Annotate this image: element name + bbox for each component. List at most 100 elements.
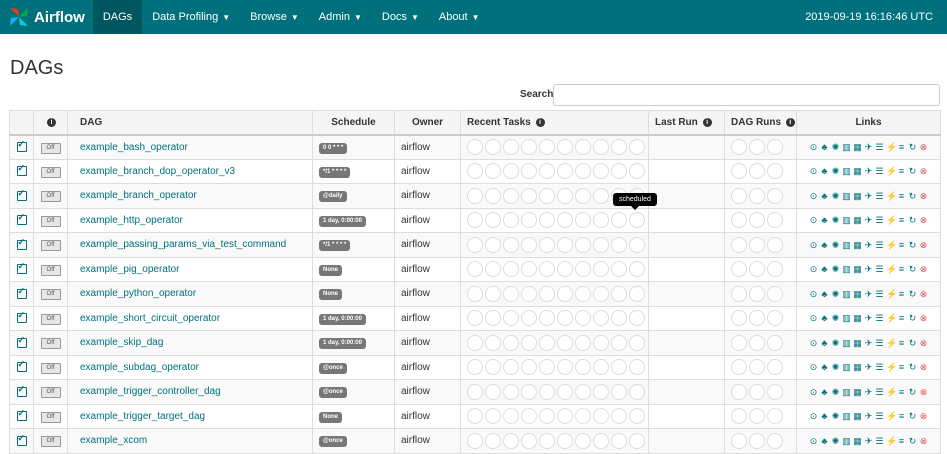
task-state-circle[interactable] bbox=[575, 408, 591, 425]
task-state-circle[interactable] bbox=[629, 359, 645, 376]
task-state-circle[interactable] bbox=[467, 383, 483, 400]
dag-run-state-circle[interactable] bbox=[731, 212, 747, 229]
graph-view-icon[interactable]: ✺ bbox=[831, 191, 840, 201]
task-state-circle[interactable] bbox=[575, 163, 591, 180]
tree-view-icon[interactable]: ♣ bbox=[820, 142, 829, 152]
header-schedule[interactable]: Schedule bbox=[312, 110, 395, 136]
tree-view-icon[interactable]: ♣ bbox=[820, 436, 829, 446]
landing-times-icon[interactable]: ✈ bbox=[864, 289, 873, 299]
edit-icon[interactable] bbox=[16, 335, 27, 348]
logs-icon[interactable]: ≡ bbox=[897, 191, 906, 201]
code-view-icon[interactable]: ⚡ bbox=[886, 166, 897, 176]
task-state-circle[interactable] bbox=[503, 432, 519, 449]
task-state-circle[interactable] bbox=[485, 163, 501, 180]
task-state-circle[interactable] bbox=[575, 432, 591, 449]
task-tries-icon[interactable]: ▦ bbox=[853, 240, 862, 250]
dag-run-state-circle[interactable] bbox=[731, 359, 747, 376]
task-tries-icon[interactable]: ▦ bbox=[853, 289, 862, 299]
tasks-duration-icon[interactable]: ▥ bbox=[842, 411, 851, 421]
task-state-circle[interactable] bbox=[557, 212, 573, 229]
task-state-circle[interactable] bbox=[539, 359, 555, 376]
dag-run-state-circle[interactable] bbox=[749, 163, 765, 180]
task-state-circle[interactable] bbox=[539, 187, 555, 204]
refresh-icon[interactable]: ↻ bbox=[908, 264, 917, 274]
refresh-icon[interactable]: ↻ bbox=[908, 142, 917, 152]
task-state-circle[interactable] bbox=[575, 236, 591, 253]
code-view-icon[interactable]: ⚡ bbox=[886, 240, 897, 250]
nav-item-data-profiling[interactable]: Data Profiling ▼ bbox=[142, 0, 240, 34]
gantt-icon[interactable]: ☰ bbox=[875, 142, 884, 152]
edit-icon[interactable] bbox=[16, 359, 27, 373]
task-state-circle[interactable] bbox=[575, 261, 591, 278]
task-state-circle[interactable] bbox=[575, 334, 591, 351]
task-state-circle[interactable] bbox=[485, 139, 501, 155]
gantt-icon[interactable]: ☰ bbox=[875, 436, 884, 446]
graph-view-icon[interactable]: ✺ bbox=[831, 289, 840, 299]
task-state-circle[interactable] bbox=[629, 212, 645, 229]
dag-run-state-circle[interactable] bbox=[731, 163, 747, 180]
task-state-circle[interactable] bbox=[611, 163, 627, 180]
task-state-circle[interactable] bbox=[467, 285, 483, 302]
trigger-dag-icon[interactable]: ⊙ bbox=[809, 411, 818, 421]
edit-icon[interactable] bbox=[16, 310, 27, 324]
dag-run-state-circle[interactable] bbox=[731, 285, 747, 302]
trigger-dag-icon[interactable]: ⊙ bbox=[809, 313, 818, 323]
dag-toggle[interactable]: Off bbox=[40, 362, 61, 374]
header-owner[interactable]: Owner bbox=[394, 110, 461, 136]
gantt-icon[interactable]: ☰ bbox=[875, 313, 884, 323]
nav-item-browse[interactable]: Browse ▼ bbox=[240, 0, 309, 34]
dag-run-state-circle[interactable] bbox=[767, 310, 783, 327]
task-state-circle[interactable] bbox=[575, 310, 591, 327]
task-state-circle[interactable] bbox=[593, 187, 609, 204]
task-state-circle[interactable] bbox=[521, 139, 537, 155]
dag-run-state-circle[interactable] bbox=[749, 212, 765, 229]
dag-run-state-circle[interactable] bbox=[767, 212, 783, 229]
gantt-icon[interactable]: ☰ bbox=[875, 240, 884, 250]
dag-run-state-circle[interactable] bbox=[731, 334, 747, 351]
dag-run-state-circle[interactable] bbox=[731, 187, 747, 204]
code-view-icon[interactable]: ⚡ bbox=[886, 436, 897, 446]
task-state-circle[interactable] bbox=[503, 236, 519, 253]
landing-times-icon[interactable]: ✈ bbox=[864, 166, 873, 176]
task-state-circle[interactable] bbox=[521, 163, 537, 180]
logs-icon[interactable]: ≡ bbox=[897, 240, 906, 250]
tasks-duration-icon[interactable]: ▥ bbox=[842, 166, 851, 176]
task-state-circle[interactable] bbox=[521, 310, 537, 327]
code-view-icon[interactable]: ⚡ bbox=[886, 191, 897, 201]
landing-times-icon[interactable]: ✈ bbox=[864, 436, 873, 446]
tasks-duration-icon[interactable]: ▥ bbox=[842, 362, 851, 372]
task-state-circle[interactable] bbox=[539, 261, 555, 278]
edit-icon[interactable] bbox=[16, 408, 27, 422]
task-state-circle[interactable] bbox=[521, 383, 537, 400]
dag-run-state-circle[interactable] bbox=[731, 139, 747, 155]
graph-view-icon[interactable]: ✺ bbox=[831, 411, 840, 421]
task-state-circle[interactable] bbox=[485, 383, 501, 400]
gantt-icon[interactable]: ☰ bbox=[875, 191, 884, 201]
schedule-badge[interactable]: 1 day, 0:00:00 bbox=[319, 313, 366, 325]
refresh-icon[interactable]: ↻ bbox=[908, 166, 917, 176]
task-state-circle[interactable] bbox=[521, 432, 537, 449]
trigger-dag-icon[interactable]: ⊙ bbox=[809, 142, 818, 152]
dag-run-state-circle[interactable] bbox=[767, 261, 783, 278]
delete-icon[interactable]: ⊗ bbox=[919, 142, 928, 152]
delete-icon[interactable]: ⊗ bbox=[919, 436, 928, 446]
task-state-circle[interactable] bbox=[557, 310, 573, 327]
task-tries-icon[interactable]: ▦ bbox=[853, 338, 862, 348]
dag-run-state-circle[interactable] bbox=[749, 261, 765, 278]
task-state-circle[interactable] bbox=[467, 212, 483, 229]
graph-view-icon[interactable]: ✺ bbox=[831, 362, 840, 372]
logs-icon[interactable]: ≡ bbox=[897, 289, 906, 299]
gantt-icon[interactable]: ☰ bbox=[875, 338, 884, 348]
schedule-badge[interactable]: 0 0 * * * bbox=[319, 142, 348, 154]
dag-run-state-circle[interactable] bbox=[749, 236, 765, 253]
delete-icon[interactable]: ⊗ bbox=[919, 264, 928, 274]
tree-view-icon[interactable]: ♣ bbox=[820, 166, 829, 176]
dag-toggle[interactable]: Off bbox=[40, 166, 61, 178]
refresh-icon[interactable]: ↻ bbox=[908, 191, 917, 201]
delete-icon[interactable]: ⊗ bbox=[919, 289, 928, 299]
dag-link[interactable]: example_xcom bbox=[80, 435, 147, 446]
task-state-circle[interactable] bbox=[593, 285, 609, 302]
task-state-circle[interactable] bbox=[629, 432, 645, 449]
delete-icon[interactable]: ⊗ bbox=[919, 215, 928, 225]
task-state-circle[interactable] bbox=[539, 285, 555, 302]
